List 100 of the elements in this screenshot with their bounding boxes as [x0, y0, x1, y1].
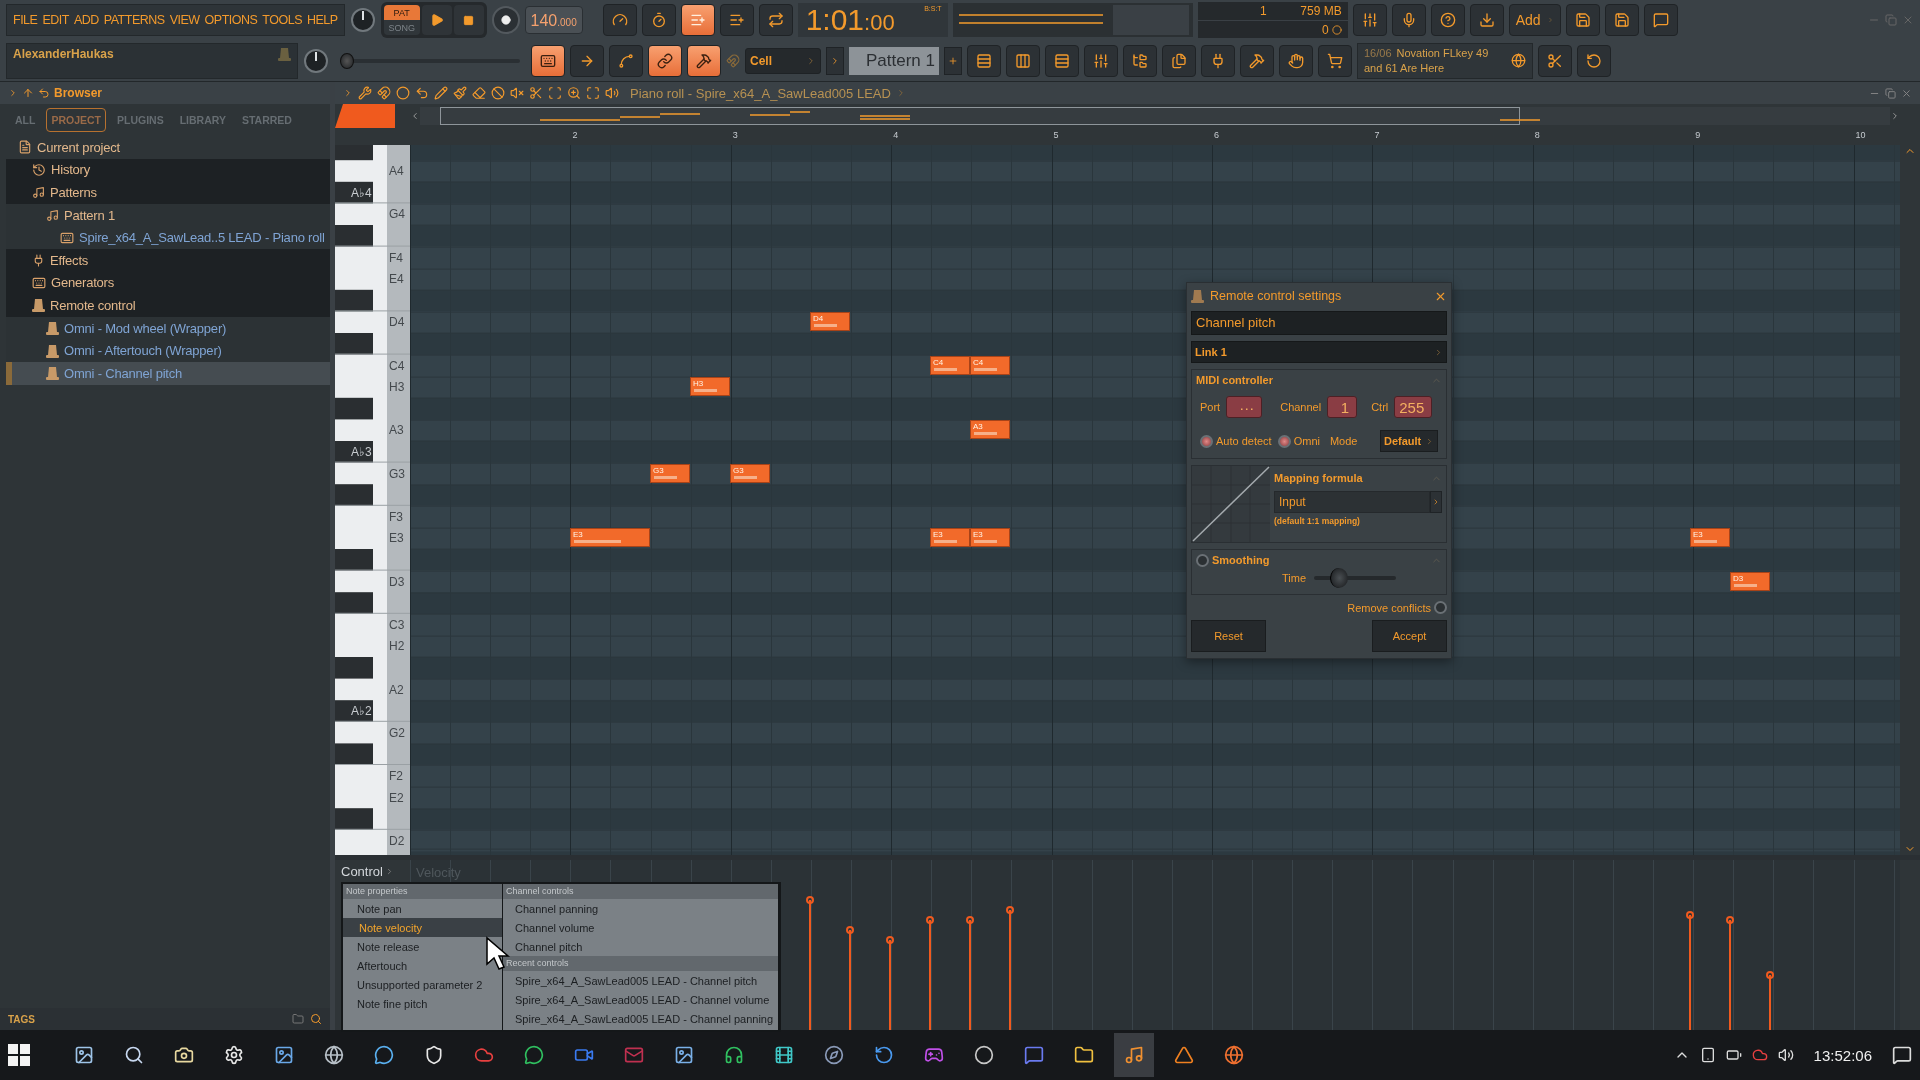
- menu-item[interactable]: TOOLS: [262, 13, 302, 28]
- menu-item[interactable]: EDIT: [42, 13, 69, 28]
- key-label: A3: [389, 423, 404, 438]
- bar-number: 7: [1374, 130, 1380, 140]
- tree-item[interactable]: History: [6, 158, 330, 182]
- field-label: Channel: [1280, 401, 1322, 413]
- panel-title: Browser: [54, 86, 103, 100]
- tags-label: TAGS: [8, 1013, 36, 1025]
- window-title: Piano roll - Spire_x64_A_SawLead005 LEAD: [630, 85, 891, 101]
- bar-number: 6: [1214, 130, 1219, 140]
- bar-number: 8: [1534, 130, 1540, 140]
- bar-number: 2: [572, 130, 578, 140]
- mode-toggle[interactable]: SONG: [383, 20, 420, 36]
- menu-item[interactable]: PATTERNS: [103, 13, 165, 28]
- menu-item[interactable]: ADD: [73, 13, 99, 28]
- key-label: G2: [389, 725, 405, 740]
- mode-toggle[interactable]: PAT: [383, 5, 420, 21]
- menu-item[interactable]: FILE: [13, 13, 38, 28]
- formula-note: (default 1:1 mapping): [1274, 516, 1361, 526]
- tree-item[interactable]: Effects: [6, 248, 330, 272]
- dialog-button[interactable]: Reset: [1191, 620, 1266, 652]
- menu-item[interactable]: Channel pitch: [503, 937, 778, 956]
- menu-item[interactable]: HELP: [307, 13, 338, 28]
- key-label: A♭3: [351, 445, 372, 459]
- radio-option[interactable]: Omni: [1277, 434, 1320, 448]
- field-label: Ctrl: [1371, 401, 1389, 413]
- channel-field[interactable]: 1: [1327, 396, 1358, 418]
- browser-tab[interactable]: STARRED: [236, 108, 297, 132]
- key-label: C3: [389, 617, 405, 632]
- menu-item[interactable]: Spire_x64_A_SawLead005 LEAD - Channel panning: [503, 1009, 778, 1028]
- link-dropdown[interactable]: Link 1: [1191, 341, 1447, 363]
- dialog-title: Remote control settings: [1210, 289, 1343, 303]
- key-label: H3: [389, 380, 405, 395]
- key-label: G3: [389, 466, 405, 481]
- menu-item[interactable]: VIEW: [169, 13, 200, 28]
- menu-item[interactable]: Channel volume: [503, 918, 778, 937]
- formula-field[interactable]: Input: [1274, 491, 1430, 513]
- news-text: 16/06 Novation FLkey 49 and 61 Are Here: [1364, 45, 1490, 76]
- key-label: C4: [389, 358, 405, 373]
- key-label: D4: [389, 315, 405, 330]
- control-label[interactable]: Control: [341, 863, 383, 879]
- tempo-field[interactable]: 140.000: [524, 6, 583, 35]
- bar-number: 5: [1053, 130, 1059, 140]
- dialog-button[interactable]: Accept: [1372, 620, 1447, 652]
- note[interactable]: E3: [1690, 528, 1730, 548]
- hint-text: AlexanderHaukas: [13, 46, 114, 63]
- key-label: A♭2: [351, 704, 372, 719]
- tree-item[interactable]: Omni - Channel pitch: [6, 361, 330, 385]
- field-label: Port: [1200, 401, 1221, 413]
- field-label: Time: [1282, 572, 1307, 584]
- note[interactable]: E3: [970, 528, 1010, 548]
- bar-number: 9: [1695, 130, 1701, 140]
- key-label: A4: [389, 164, 404, 179]
- menu-section-title: Note properties: [343, 884, 502, 899]
- note[interactable]: C4: [930, 355, 970, 375]
- add-button[interactable]: Add: [1508, 4, 1561, 37]
- resource-monitor: 1 759 MB 0: [1197, 2, 1348, 39]
- key-label: E4: [389, 272, 404, 287]
- menu-section-title: Channel controls: [503, 884, 778, 899]
- name-field[interactable]: Channel pitch: [1191, 311, 1447, 335]
- browser-tab[interactable]: LIBRARY: [174, 108, 231, 132]
- key-label: F4: [389, 250, 403, 265]
- note[interactable]: D3: [1730, 571, 1770, 591]
- note[interactable]: E3: [930, 528, 970, 548]
- menu-item[interactable]: Note velocity: [343, 918, 502, 937]
- note[interactable]: G3: [730, 463, 770, 483]
- ctrl-field[interactable]: 255: [1394, 396, 1433, 418]
- news-panel[interactable]: 16/06 Novation FLkey 49 and 61 Are Here: [1357, 42, 1533, 79]
- note[interactable]: G3: [650, 463, 690, 483]
- browser-tab[interactable]: PLUGINS: [112, 108, 169, 132]
- menu-item[interactable]: Spire_x64_A_SawLead005 LEAD - Channel pitch: [503, 971, 778, 990]
- tree-item[interactable]: Generators: [6, 271, 330, 295]
- port-field[interactable]: ···: [1226, 396, 1263, 418]
- browser-tab[interactable]: PROJECT: [46, 108, 106, 132]
- radio-option[interactable]: Auto detect: [1200, 434, 1272, 448]
- tree-item[interactable]: Patterns: [6, 181, 330, 204]
- smoothing-toggle[interactable]: Smoothing: [1196, 553, 1270, 567]
- key-label: F2: [389, 769, 403, 783]
- menu-section-title: Recent controls: [503, 956, 778, 971]
- browser-tab[interactable]: ALL: [10, 108, 41, 132]
- remove-conflicts-toggle[interactable]: Remove conflicts: [1347, 601, 1447, 614]
- key-label: D3: [389, 574, 405, 589]
- tree-item[interactable]: Current project: [6, 136, 330, 159]
- note[interactable]: H3: [690, 377, 730, 397]
- key-label: D2: [389, 833, 405, 848]
- tree-item[interactable]: Remote control: [6, 294, 330, 317]
- note[interactable]: C4: [970, 355, 1010, 375]
- menu-item[interactable]: OPTIONS: [204, 13, 258, 28]
- bar-number: 10: [1855, 130, 1866, 140]
- key-label: F3: [389, 509, 403, 524]
- pattern-selector[interactable]: Pattern 1: [849, 46, 939, 75]
- menu-item[interactable]: Spire_x64_A_SawLead005 LEAD - Channel volume: [503, 990, 778, 1009]
- menu-item[interactable]: Channel panning: [503, 899, 778, 918]
- note[interactable]: A3: [970, 420, 1010, 440]
- note[interactable]: D4: [810, 312, 850, 332]
- snap-dropdown[interactable]: Cell: [745, 47, 821, 74]
- key-label: E2: [389, 790, 404, 805]
- clock: 13:52:06: [1813, 1046, 1872, 1064]
- note[interactable]: E3: [570, 528, 650, 548]
- mode-dropdown[interactable]: Default: [1380, 430, 1438, 452]
